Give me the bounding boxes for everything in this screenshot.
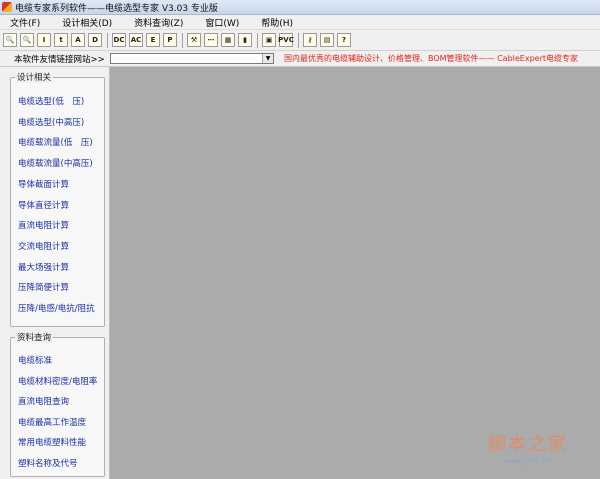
promo-text: 国内最优秀的电缆辅助设计、价格管理、BOM管理软件—— CableExpert电… [284,54,579,63]
watermark-url: www.jb51.net [504,457,552,465]
diameter-icon[interactable]: D [88,33,102,47]
sidebar-link-design-8[interactable]: 最大场强计算 [18,261,69,273]
design-group: 设计相关 电缆选型(低 压) 电缆选型(中高压) 电缆载流量(低 压) 电缆载流量(中… [10,71,105,327]
sidebar-link-reference-5[interactable]: 塑料名称及代号 [18,457,78,469]
sidebar-link-design-6[interactable]: 直流电阻计算 [18,219,69,231]
toolbar-separator [107,32,108,48]
zoom-out-icon[interactable]: 🔍 [20,33,34,47]
link-bar: 本软件友情链接网站>> ▼ 国内最优秀的电缆辅助设计、价格管理、BOM管理软件—… [0,51,600,67]
sidebar-link-design-10[interactable]: 压降/电感/电抗/阻抗 [18,302,95,314]
title-bar: 电缆专家系列软件——电缆选型专家 V3.03 专业版 [0,0,600,15]
tools-icon[interactable]: ⚒ [187,33,201,47]
temperature-icon[interactable]: t [54,33,68,47]
help-icon[interactable]: ? [337,33,351,47]
sidebar-link-reference-3[interactable]: 电缆最高工作温度 [18,416,86,428]
toolbar: 🔍 🔍 It A D DC AC E P ⚒ ⋯ ▦ ▮ ▣ PVC ⚷ ▤? [0,30,600,51]
sidebar-link-reference-2[interactable]: 直流电阻查询 [18,395,69,407]
sidebar-link-design-2[interactable]: 电缆载流量(低 压) [18,136,93,148]
database-icon[interactable]: ▣ [262,33,276,47]
dc-icon[interactable]: DC [112,33,126,47]
sidebar-link-design-4[interactable]: 导体截面计算 [18,178,69,190]
mdi-workspace: 脚本之家 www.jb51.net [110,67,600,479]
toolbar-separator [298,32,299,48]
sidebar-link-reference-1[interactable]: 电缆材料密度/电阻率 [18,375,97,387]
sidebar-link-design-7[interactable]: 交流电阻计算 [18,240,69,252]
sidebar-link-design-9[interactable]: 压降简便计算 [18,281,69,293]
menu-file[interactable]: 文件(F) [10,16,40,29]
power-icon[interactable]: P [163,33,177,47]
menu-reference[interactable]: 资料查询(Z) [134,16,183,29]
menu-window[interactable]: 窗口(W) [205,16,239,29]
sidebar-link-reference-4[interactable]: 常用电缆塑料性能 [18,436,86,448]
menu-design[interactable]: 设计相关(D) [62,16,112,29]
reference-group-title: 资料查询 [15,331,54,343]
sidebar: 设计相关 电缆选型(低 压) 电缆选型(中高压) 电缆载流量(低 压) 电缆载流量(中… [0,67,110,479]
friend-links-label: 本软件友情链接网站>> [14,54,105,65]
design-group-title: 设计相关 [15,71,54,83]
sidebar-link-design-5[interactable]: 导体直径计算 [18,199,69,211]
sidebar-link-reference-0[interactable]: 电缆标准 [18,354,52,366]
book-icon[interactable]: ▮ [238,33,252,47]
key-icon[interactable]: ⚷ [303,33,317,47]
watermark-title: 脚本之家 [488,434,568,455]
friend-links-dropdown[interactable]: ▼ [110,53,274,64]
menu-help[interactable]: 帮助(H) [261,16,293,29]
ac-icon[interactable]: AC [129,33,143,47]
field-icon[interactable]: E [146,33,160,47]
sidebar-link-design-3[interactable]: 电缆载流量(中高压) [18,157,93,169]
voltage-icon[interactable]: A [71,33,85,47]
pvc-icon[interactable]: PVC [278,33,294,47]
toolbar-separator [257,32,258,48]
toolbar-separator [182,32,183,48]
menu-bar: 文件(F) 设计相关(D) 资料查询(Z) 窗口(W) 帮助(H) [0,15,600,30]
layout-icon[interactable]: ▦ [221,33,235,47]
zoom-in-icon[interactable]: 🔍 [3,33,17,47]
current-icon[interactable]: I [37,33,51,47]
chevron-down-icon[interactable]: ▼ [262,54,273,63]
window-title: 电缆专家系列软件——电缆选型专家 V3.03 专业版 [15,3,218,14]
sidebar-link-design-0[interactable]: 电缆选型(低 压) [18,95,84,107]
reference-group: 资料查询 电缆标准电缆材料密度/电阻率 直流电阻查询电缆最高工作温度 常用电缆塑料性… [10,331,105,477]
watermark: 脚本之家 www.jb51.net [488,430,568,465]
network-icon[interactable]: ⋯ [204,33,218,47]
app-icon [2,2,12,12]
sidebar-link-design-1[interactable]: 电缆选型(中高压) [18,116,84,128]
document-icon[interactable]: ▤ [320,33,334,47]
